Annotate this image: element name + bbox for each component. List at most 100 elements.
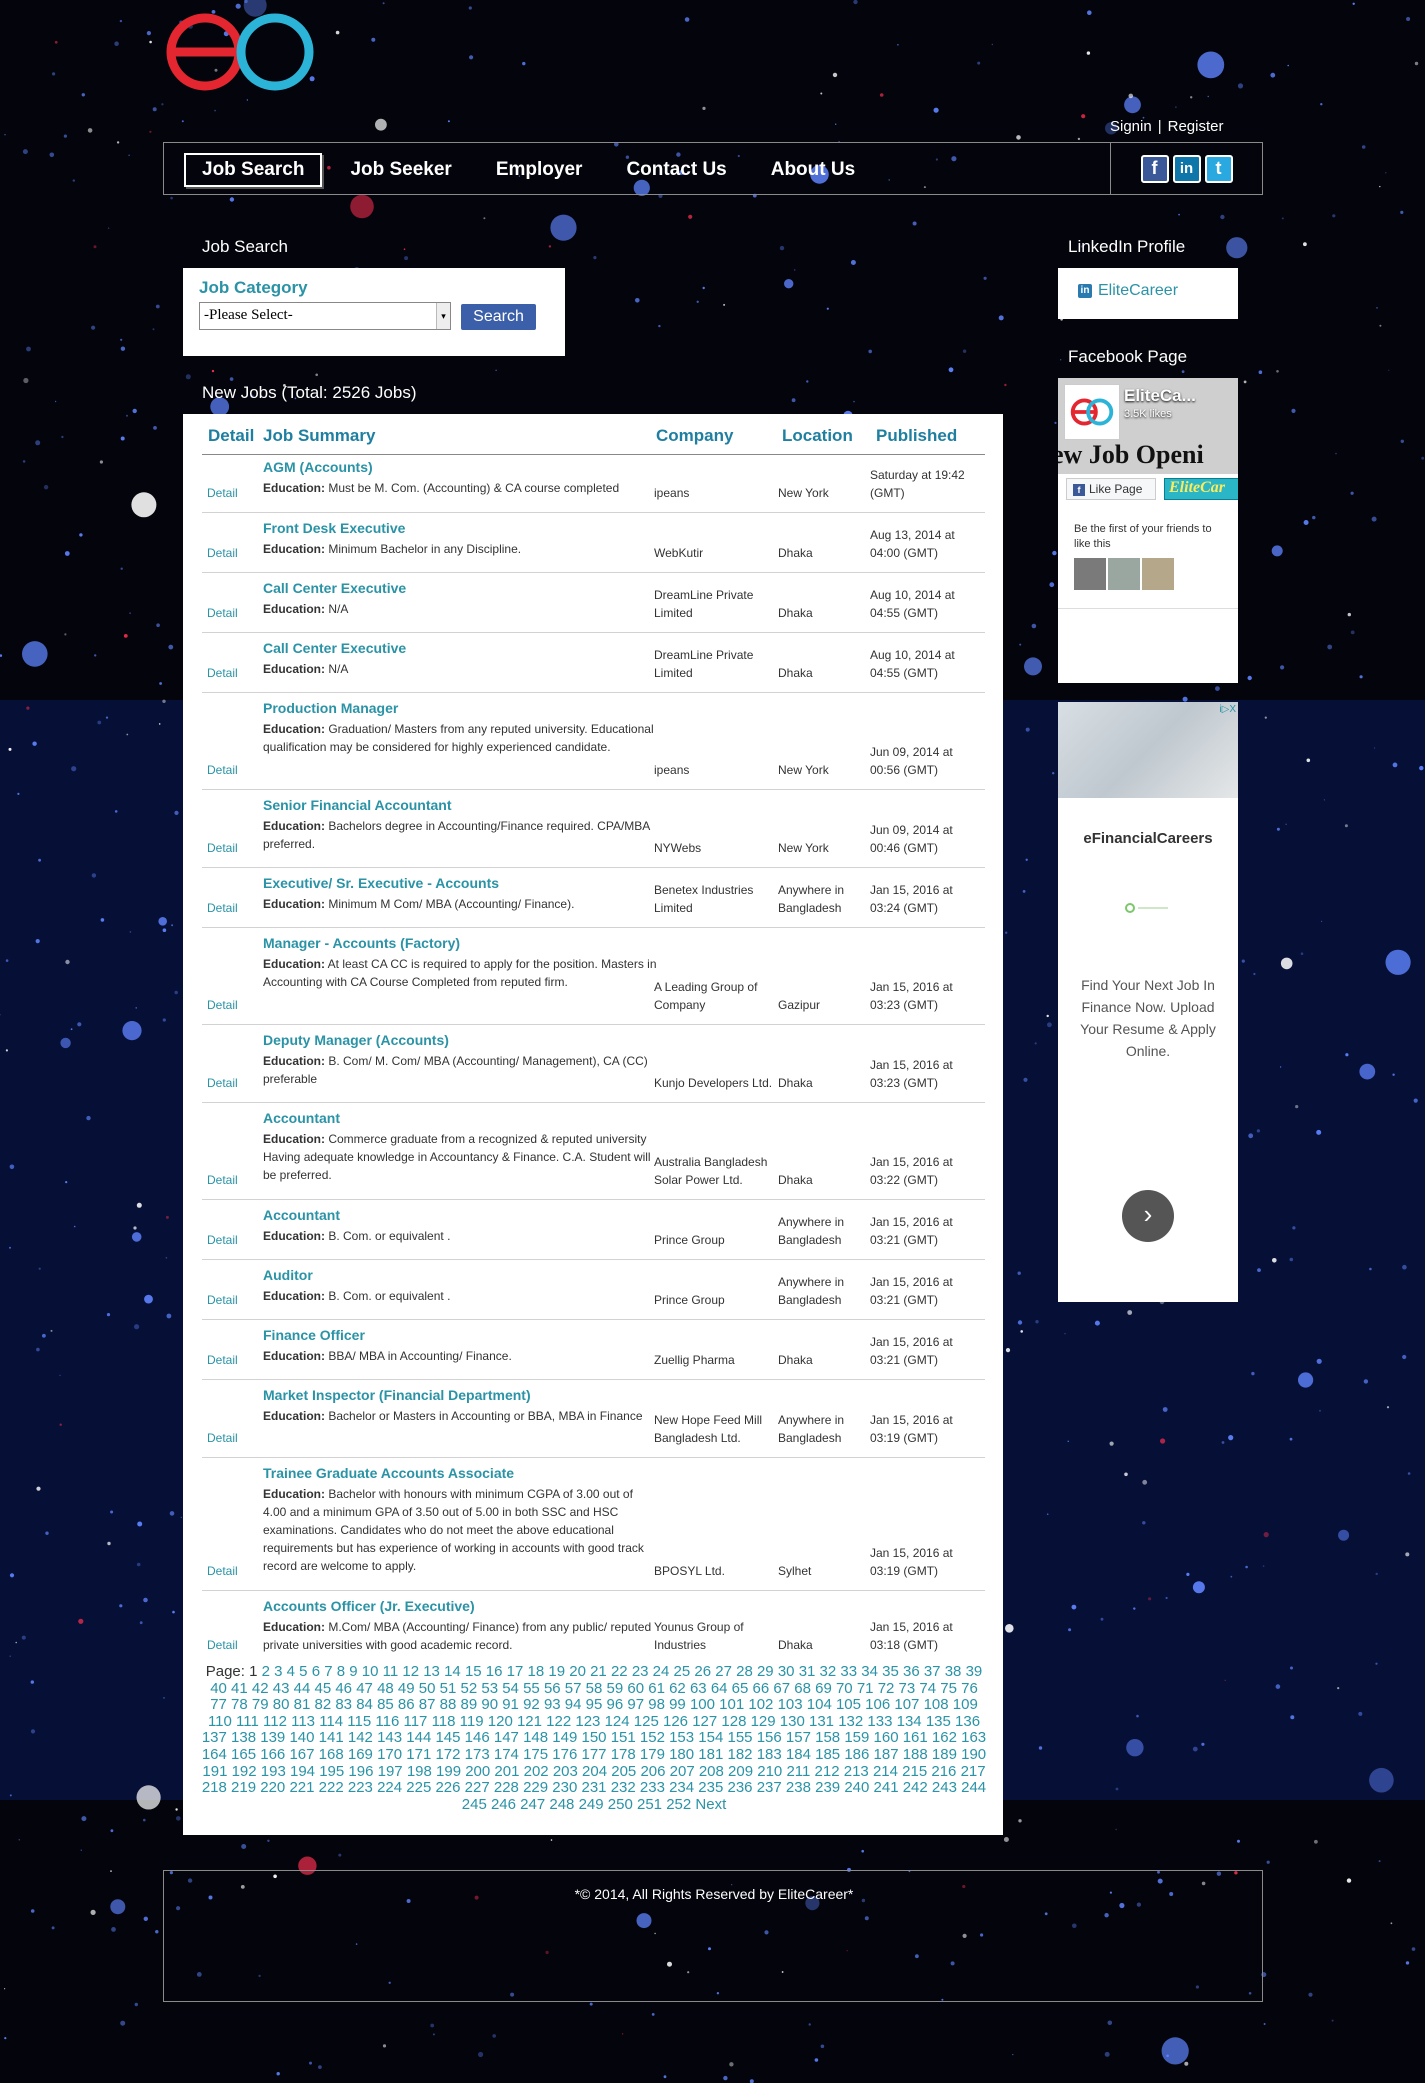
nav-employer[interactable]: Employer bbox=[480, 155, 599, 185]
page-link[interactable]: 196 bbox=[348, 1763, 373, 1780]
page-link[interactable]: 93 bbox=[544, 1696, 561, 1713]
page-link[interactable]: 21 bbox=[590, 1663, 607, 1680]
detail-link[interactable]: Detail bbox=[207, 1353, 238, 1367]
page-link[interactable]: 184 bbox=[786, 1746, 811, 1763]
page-link[interactable]: 186 bbox=[844, 1746, 869, 1763]
page-link[interactable]: 104 bbox=[807, 1696, 832, 1713]
page-link[interactable]: 74 bbox=[919, 1680, 936, 1697]
page-link[interactable]: 108 bbox=[924, 1696, 949, 1713]
page-link[interactable]: 17 bbox=[507, 1663, 524, 1680]
page-link[interactable]: 107 bbox=[894, 1696, 919, 1713]
page-link[interactable]: 87 bbox=[419, 1696, 436, 1713]
page-link[interactable]: 82 bbox=[314, 1696, 331, 1713]
page-link[interactable]: 137 bbox=[202, 1729, 227, 1747]
page-link[interactable]: 126 bbox=[663, 1713, 688, 1730]
nav-job-search[interactable]: Job Search bbox=[184, 153, 323, 187]
page-link[interactable]: 247 bbox=[520, 1796, 545, 1813]
detail-link[interactable]: Detail bbox=[207, 1233, 238, 1247]
page-link[interactable]: 114 bbox=[319, 1713, 343, 1730]
page-link[interactable]: 123 bbox=[575, 1713, 600, 1730]
page-link[interactable]: 95 bbox=[586, 1696, 603, 1713]
page-link[interactable]: 241 bbox=[874, 1779, 899, 1796]
page-link[interactable]: 44 bbox=[294, 1680, 311, 1697]
page-link[interactable]: 6 bbox=[312, 1663, 320, 1680]
page-link[interactable]: 151 bbox=[611, 1729, 636, 1747]
page-link[interactable]: 195 bbox=[319, 1763, 344, 1780]
page-link[interactable]: 237 bbox=[757, 1779, 782, 1796]
page-link[interactable]: 198 bbox=[407, 1763, 432, 1780]
page-link[interactable]: 106 bbox=[865, 1696, 890, 1713]
ad-banner[interactable]: i▷X eFinancialCareers Find Your Next Job… bbox=[1058, 702, 1238, 1302]
page-link[interactable]: 39 bbox=[966, 1663, 983, 1680]
page-link[interactable]: 119 bbox=[460, 1713, 484, 1730]
page-link[interactable]: 214 bbox=[873, 1763, 898, 1780]
page-link[interactable]: 148 bbox=[523, 1729, 548, 1747]
page-link[interactable]: 94 bbox=[565, 1696, 582, 1713]
page-link[interactable]: 19 bbox=[548, 1663, 565, 1680]
page-link[interactable]: 66 bbox=[753, 1680, 770, 1697]
page-link[interactable]: 138 bbox=[231, 1729, 256, 1747]
nav-job-seeker[interactable]: Job Seeker bbox=[334, 155, 467, 185]
page-link[interactable]: 139 bbox=[260, 1729, 285, 1747]
signin-link[interactable]: Signin bbox=[1110, 118, 1152, 135]
page-link[interactable]: 81 bbox=[294, 1696, 311, 1713]
page-link[interactable]: 113 bbox=[291, 1713, 315, 1730]
page-link[interactable]: 219 bbox=[231, 1779, 256, 1796]
page-link[interactable]: 62 bbox=[669, 1680, 686, 1697]
page-link[interactable]: 57 bbox=[565, 1680, 582, 1697]
page-link[interactable]: 178 bbox=[611, 1746, 636, 1763]
page-link[interactable]: 227 bbox=[465, 1779, 490, 1796]
job-title-link[interactable]: Senior Financial Accountant bbox=[263, 797, 658, 814]
page-link[interactable]: 122 bbox=[546, 1713, 571, 1730]
detail-link[interactable]: Detail bbox=[207, 841, 238, 855]
detail-link[interactable]: Detail bbox=[207, 998, 238, 1012]
page-link[interactable]: 86 bbox=[398, 1696, 415, 1713]
page-link[interactable]: 142 bbox=[348, 1729, 373, 1747]
page-link[interactable]: 130 bbox=[780, 1713, 805, 1730]
page-link[interactable]: 240 bbox=[844, 1779, 869, 1796]
page-link[interactable]: 179 bbox=[640, 1746, 665, 1763]
page-link[interactable]: 165 bbox=[231, 1746, 256, 1763]
page-link[interactable]: 193 bbox=[261, 1763, 286, 1780]
page-link[interactable]: 170 bbox=[377, 1746, 402, 1763]
page-link[interactable]: 49 bbox=[398, 1680, 415, 1697]
job-title-link[interactable]: Accountant bbox=[263, 1207, 658, 1224]
page-link[interactable]: 232 bbox=[611, 1779, 636, 1796]
page-link[interactable]: 77 bbox=[210, 1696, 227, 1713]
page-link[interactable]: 182 bbox=[728, 1746, 753, 1763]
page-link[interactable]: 40 bbox=[210, 1680, 227, 1697]
page-link[interactable]: 2 bbox=[262, 1663, 270, 1680]
page-link[interactable]: 129 bbox=[751, 1713, 776, 1730]
page-link[interactable]: 156 bbox=[757, 1729, 782, 1747]
page-link[interactable]: 167 bbox=[289, 1746, 314, 1763]
page-link[interactable]: 75 bbox=[940, 1680, 957, 1697]
page-link[interactable]: 11 bbox=[383, 1663, 399, 1680]
job-title-link[interactable]: Accounts Officer (Jr. Executive) bbox=[263, 1598, 658, 1615]
facebook-page-picture[interactable] bbox=[1064, 384, 1120, 440]
job-title-link[interactable]: Trainee Graduate Accounts Associate bbox=[263, 1465, 658, 1482]
page-link[interactable]: 4 bbox=[287, 1663, 295, 1680]
detail-link[interactable]: Detail bbox=[207, 1076, 238, 1090]
page-link[interactable]: 51 bbox=[440, 1680, 457, 1697]
detail-link[interactable]: Detail bbox=[207, 1564, 238, 1578]
job-title-link[interactable]: Call Center Executive bbox=[263, 580, 658, 597]
page-link[interactable]: 248 bbox=[549, 1796, 574, 1813]
job-title-link[interactable]: Call Center Executive bbox=[263, 640, 658, 657]
page-link[interactable]: 143 bbox=[377, 1729, 402, 1747]
page-link[interactable]: 229 bbox=[523, 1779, 548, 1796]
page-link[interactable]: 238 bbox=[786, 1779, 811, 1796]
page-link[interactable]: 35 bbox=[882, 1663, 899, 1680]
page-link[interactable]: 34 bbox=[861, 1663, 878, 1680]
avatar[interactable] bbox=[1142, 558, 1174, 590]
page-link[interactable]: 191 bbox=[202, 1763, 227, 1780]
page-link[interactable]: 197 bbox=[378, 1763, 403, 1780]
page-link[interactable]: 111 bbox=[236, 1713, 259, 1730]
page-link[interactable]: 112 bbox=[263, 1713, 287, 1730]
job-title-link[interactable]: AGM (Accounts) bbox=[263, 459, 658, 476]
page-link[interactable]: 146 bbox=[465, 1729, 490, 1747]
page-link[interactable]: 215 bbox=[902, 1763, 927, 1780]
chevron-right-icon[interactable]: › bbox=[1122, 1190, 1174, 1242]
search-button[interactable]: Search bbox=[461, 304, 536, 330]
page-link[interactable]: 132 bbox=[838, 1713, 863, 1730]
detail-link[interactable]: Detail bbox=[207, 546, 238, 560]
